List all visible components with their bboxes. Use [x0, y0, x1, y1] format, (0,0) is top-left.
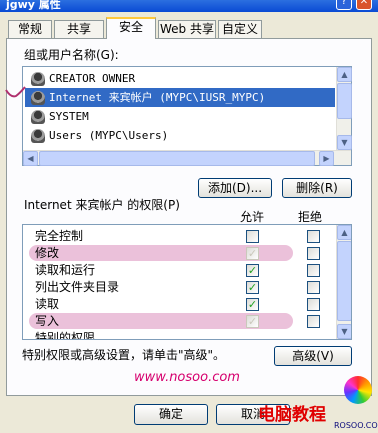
deny-checkbox[interactable] [307, 264, 320, 277]
list-item[interactable]: SYSTEM [25, 107, 335, 126]
remove-button[interactable]: 删除(R) [282, 178, 352, 198]
allow-checkbox[interactable]: ✓ [246, 264, 259, 277]
user-group-icon [31, 72, 45, 86]
deny-checkbox[interactable] [307, 281, 320, 294]
permission-row: 特别的权限 [23, 330, 338, 340]
permission-name: 读取 [35, 297, 60, 311]
window-title: jgwy 属性 [6, 0, 61, 11]
allow-header: 允许 [240, 210, 265, 224]
permissions-list: 完全控制 修改 ✓ 读取和运行 ✓ 列出文件夹目录 ✓ 读取 ✓ 写入 ✓ 特别… [22, 224, 352, 340]
scroll-down-icon[interactable]: ▼ [337, 135, 352, 150]
deny-checkbox[interactable] [307, 247, 320, 260]
user-group-icon [31, 110, 45, 124]
scroll-up-icon[interactable]: ▲ [337, 225, 351, 240]
user-name: CREATOR OWNER [49, 72, 136, 85]
scroll-up-icon[interactable]: ▲ [337, 67, 352, 82]
permission-name: 写入 [35, 314, 60, 328]
deny-checkbox[interactable] [307, 230, 320, 243]
permission-name: 修改 [35, 246, 60, 260]
help-icon: ? [341, 0, 347, 7]
allow-checkbox[interactable] [246, 230, 259, 243]
advanced-hint: 特别权限或高级设置，请单击"高级"。 [22, 348, 226, 362]
tab-custom[interactable]: 自定义 [218, 20, 262, 38]
permissions-scrollbar[interactable]: ▲ ▼ [336, 225, 351, 339]
site-logo-sub: ROSOO.COM [334, 421, 378, 430]
permission-name: 特别的权限 [35, 331, 96, 340]
users-horizontal-scrollbar[interactable]: ◀ ▶ [23, 150, 351, 166]
watermark: www.nosoo.com [134, 370, 240, 385]
advanced-button[interactable]: 高级(V) [274, 346, 352, 366]
title-bar: jgwy 属性 ? ✕ [0, 0, 378, 12]
user-icon [31, 91, 45, 105]
tab-sharing[interactable]: 共享 [54, 20, 104, 38]
list-item[interactable]: Users (MYPC\Users) [25, 126, 335, 145]
scroll-thumb[interactable] [39, 151, 315, 166]
user-name: Users (MYPC\Users) [49, 129, 169, 142]
permission-row: 列出文件夹目录 ✓ [23, 279, 338, 296]
close-button[interactable]: ✕ [356, 0, 372, 10]
users-vertical-scrollbar[interactable]: ▲ ▼ [336, 67, 352, 150]
permission-row: 写入 ✓ [23, 313, 338, 330]
permission-row: 读取 ✓ [23, 296, 338, 313]
user-name: SYSTEM [49, 110, 89, 123]
users-label: 组或用户名称(G): [24, 48, 119, 62]
site-logo-text: 电脑教程 [258, 405, 326, 425]
users-listbox[interactable]: CREATOR OWNER Internet 来宾帐户 (MYPC\IUSR_M… [22, 66, 352, 166]
deny-checkbox[interactable] [307, 298, 320, 311]
permissions-label: Internet 来宾帐户 的权限(P) [24, 198, 180, 212]
flower-logo-icon [344, 376, 372, 404]
scroll-thumb[interactable] [337, 83, 352, 119]
allow-checkbox[interactable]: ✓ [246, 281, 259, 294]
permission-name: 列出文件夹目录 [35, 280, 120, 294]
scroll-left-icon[interactable]: ◀ [23, 151, 38, 166]
scroll-right-icon[interactable]: ▶ [319, 151, 334, 166]
tab-web-sharing[interactable]: Web 共享 [158, 20, 216, 38]
scroll-down-icon[interactable]: ▼ [337, 324, 351, 339]
scroll-thumb[interactable] [337, 241, 351, 321]
allow-checkbox[interactable]: ✓ [246, 247, 259, 260]
permission-row: 修改 ✓ [23, 245, 338, 262]
ok-button[interactable]: 确定 [134, 404, 208, 425]
allow-checkbox[interactable]: ✓ [246, 298, 259, 311]
permission-name: 读取和运行 [35, 263, 96, 277]
annotation-checkmark [5, 86, 26, 98]
allow-checkbox[interactable]: ✓ [246, 315, 259, 328]
tab-security[interactable]: 安全 [106, 17, 156, 39]
list-item-selected[interactable]: Internet 来宾帐户 (MYPC\IUSR_MYPC) [25, 88, 335, 107]
add-button[interactable]: 添加(D)... [198, 178, 272, 198]
deny-checkbox[interactable] [307, 315, 320, 328]
help-button[interactable]: ? [336, 0, 352, 10]
tab-general[interactable]: 常规 [8, 20, 52, 38]
permission-name: 完全控制 [35, 229, 84, 243]
close-icon: ✕ [359, 0, 369, 7]
user-name: Internet 来宾帐户 (MYPC\IUSR_MYPC) [49, 91, 266, 104]
permission-row: 读取和运行 ✓ [23, 262, 338, 279]
list-item[interactable]: CREATOR OWNER [25, 69, 335, 88]
deny-header: 拒绝 [298, 210, 323, 224]
user-group-icon [31, 129, 45, 143]
permission-row: 完全控制 [23, 228, 338, 245]
